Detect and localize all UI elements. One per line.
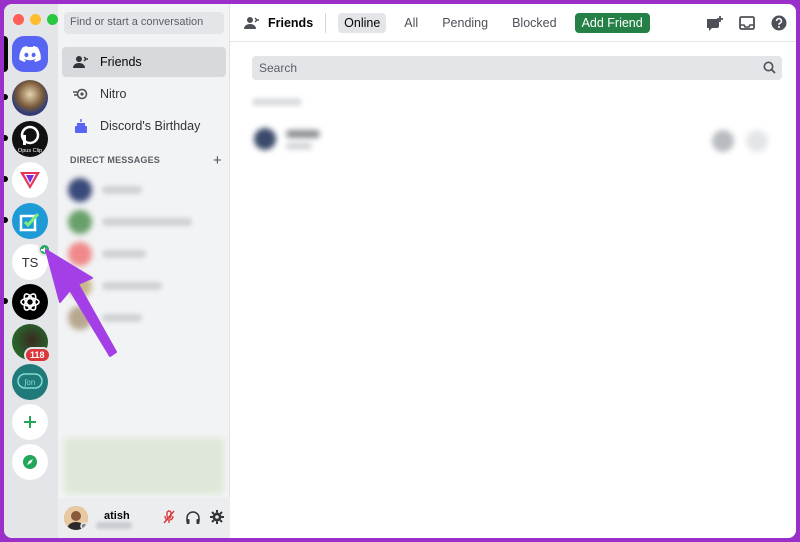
friends-label: Friends <box>100 55 142 69</box>
nitro-icon <box>72 85 90 103</box>
avatar <box>68 178 92 202</box>
svg-text:ʃon: ʃon <box>24 378 36 387</box>
user-panel: atish <box>58 498 230 538</box>
inbox-icon[interactable] <box>738 14 756 32</box>
tab-all[interactable]: All <box>398 13 424 33</box>
friends-search-input[interactable]: Search <box>252 56 782 80</box>
svg-text:Opus Clip: Opus Clip <box>18 148 42 154</box>
server-teal[interactable]: ʃon <box>12 364 48 400</box>
unread-indicator <box>4 298 8 304</box>
new-group-dm-icon[interactable] <box>706 14 724 32</box>
triangle-logo-icon <box>20 172 40 189</box>
discord-window: Opus Clip TS 118 ʃon Find or start a con… <box>4 4 796 538</box>
sidebar-item-friends[interactable]: Friends <box>62 47 226 77</box>
compass-icon <box>23 455 37 469</box>
search-icon <box>763 61 776 74</box>
server-avatar-portrait[interactable] <box>12 80 48 116</box>
online-count-header <box>252 98 302 106</box>
dm-list-item[interactable] <box>68 209 218 235</box>
settings-gear-icon[interactable] <box>210 510 224 524</box>
toolbar-divider <box>325 12 327 33</box>
annotation-arrow-icon <box>45 249 117 357</box>
username: atish <box>104 510 130 522</box>
voice-connection-panel <box>64 438 224 494</box>
friend-status <box>286 143 312 149</box>
friends-icon <box>72 53 90 71</box>
plus-icon <box>24 416 36 428</box>
dm-list-item[interactable] <box>68 177 218 203</box>
main-content: Friends Online All Pending Blocked Add F… <box>230 4 796 538</box>
friends-toolbar: Friends Online All Pending Blocked Add F… <box>230 4 796 42</box>
search-placeholder: Search <box>259 61 298 75</box>
checkbox-arrow-icon <box>19 212 40 232</box>
server-triangle-logo[interactable] <box>12 162 48 198</box>
tab-pending[interactable]: Pending <box>436 13 494 33</box>
friend-name <box>286 130 320 138</box>
message-button[interactable] <box>712 130 734 152</box>
birthday-cake-icon <box>72 117 90 135</box>
avatar <box>254 128 276 150</box>
help-icon[interactable] <box>770 14 788 32</box>
add-server-button[interactable] <box>12 404 48 440</box>
friend-list-row[interactable] <box>252 124 782 160</box>
selected-indicator <box>4 36 8 72</box>
unread-indicator <box>4 135 8 141</box>
headphones-icon[interactable] <box>186 510 200 524</box>
direct-messages-header: DIRECT MESSAGES + <box>70 153 222 168</box>
dm-name <box>102 186 142 194</box>
toolbar-icons <box>706 14 788 32</box>
avatar[interactable] <box>64 506 88 530</box>
discord-logo-icon <box>19 46 41 62</box>
server-opus-clip[interactable]: Opus Clip <box>12 121 48 157</box>
user-status <box>96 522 132 529</box>
friends-header-icon <box>244 15 262 31</box>
mute-mic-icon[interactable] <box>162 510 176 524</box>
tab-online[interactable]: Online <box>338 12 387 33</box>
home-button[interactable] <box>12 36 48 72</box>
window-controls <box>13 14 58 25</box>
close-window-button[interactable] <box>13 14 24 25</box>
sidebar-item-nitro[interactable]: Nitro <box>62 79 226 109</box>
sidebar-item-birthday[interactable]: Discord's Birthday <box>62 111 226 141</box>
explore-servers-button[interactable] <box>12 444 48 480</box>
nitro-label: Nitro <box>100 87 127 101</box>
server-task-app[interactable] <box>12 203 48 239</box>
add-friend-button[interactable]: Add Friend <box>574 12 650 33</box>
create-dm-button[interactable]: + <box>213 153 222 168</box>
direct-messages-title: DIRECT MESSAGES <box>70 155 161 165</box>
teal-server-logo-icon: ʃon <box>17 373 43 389</box>
user-controls <box>162 510 224 524</box>
unread-indicator <box>4 217 8 223</box>
unread-indicator <box>4 94 8 100</box>
zoom-window-button[interactable] <box>47 14 58 25</box>
tab-blocked[interactable]: Blocked <box>506 13 562 33</box>
birthday-label: Discord's Birthday <box>100 119 201 133</box>
opus-clip-logo-icon: Opus Clip <box>18 125 42 154</box>
minimize-window-button[interactable] <box>30 14 41 25</box>
more-button[interactable] <box>746 130 768 152</box>
avatar <box>68 210 92 234</box>
find-conversation-input[interactable]: Find or start a conversation <box>64 12 224 34</box>
page-title: Friends <box>268 15 314 30</box>
dm-name <box>102 218 192 226</box>
openai-logo-icon <box>20 293 40 311</box>
server-ts-label: TS <box>21 254 39 270</box>
unread-indicator <box>4 176 8 182</box>
